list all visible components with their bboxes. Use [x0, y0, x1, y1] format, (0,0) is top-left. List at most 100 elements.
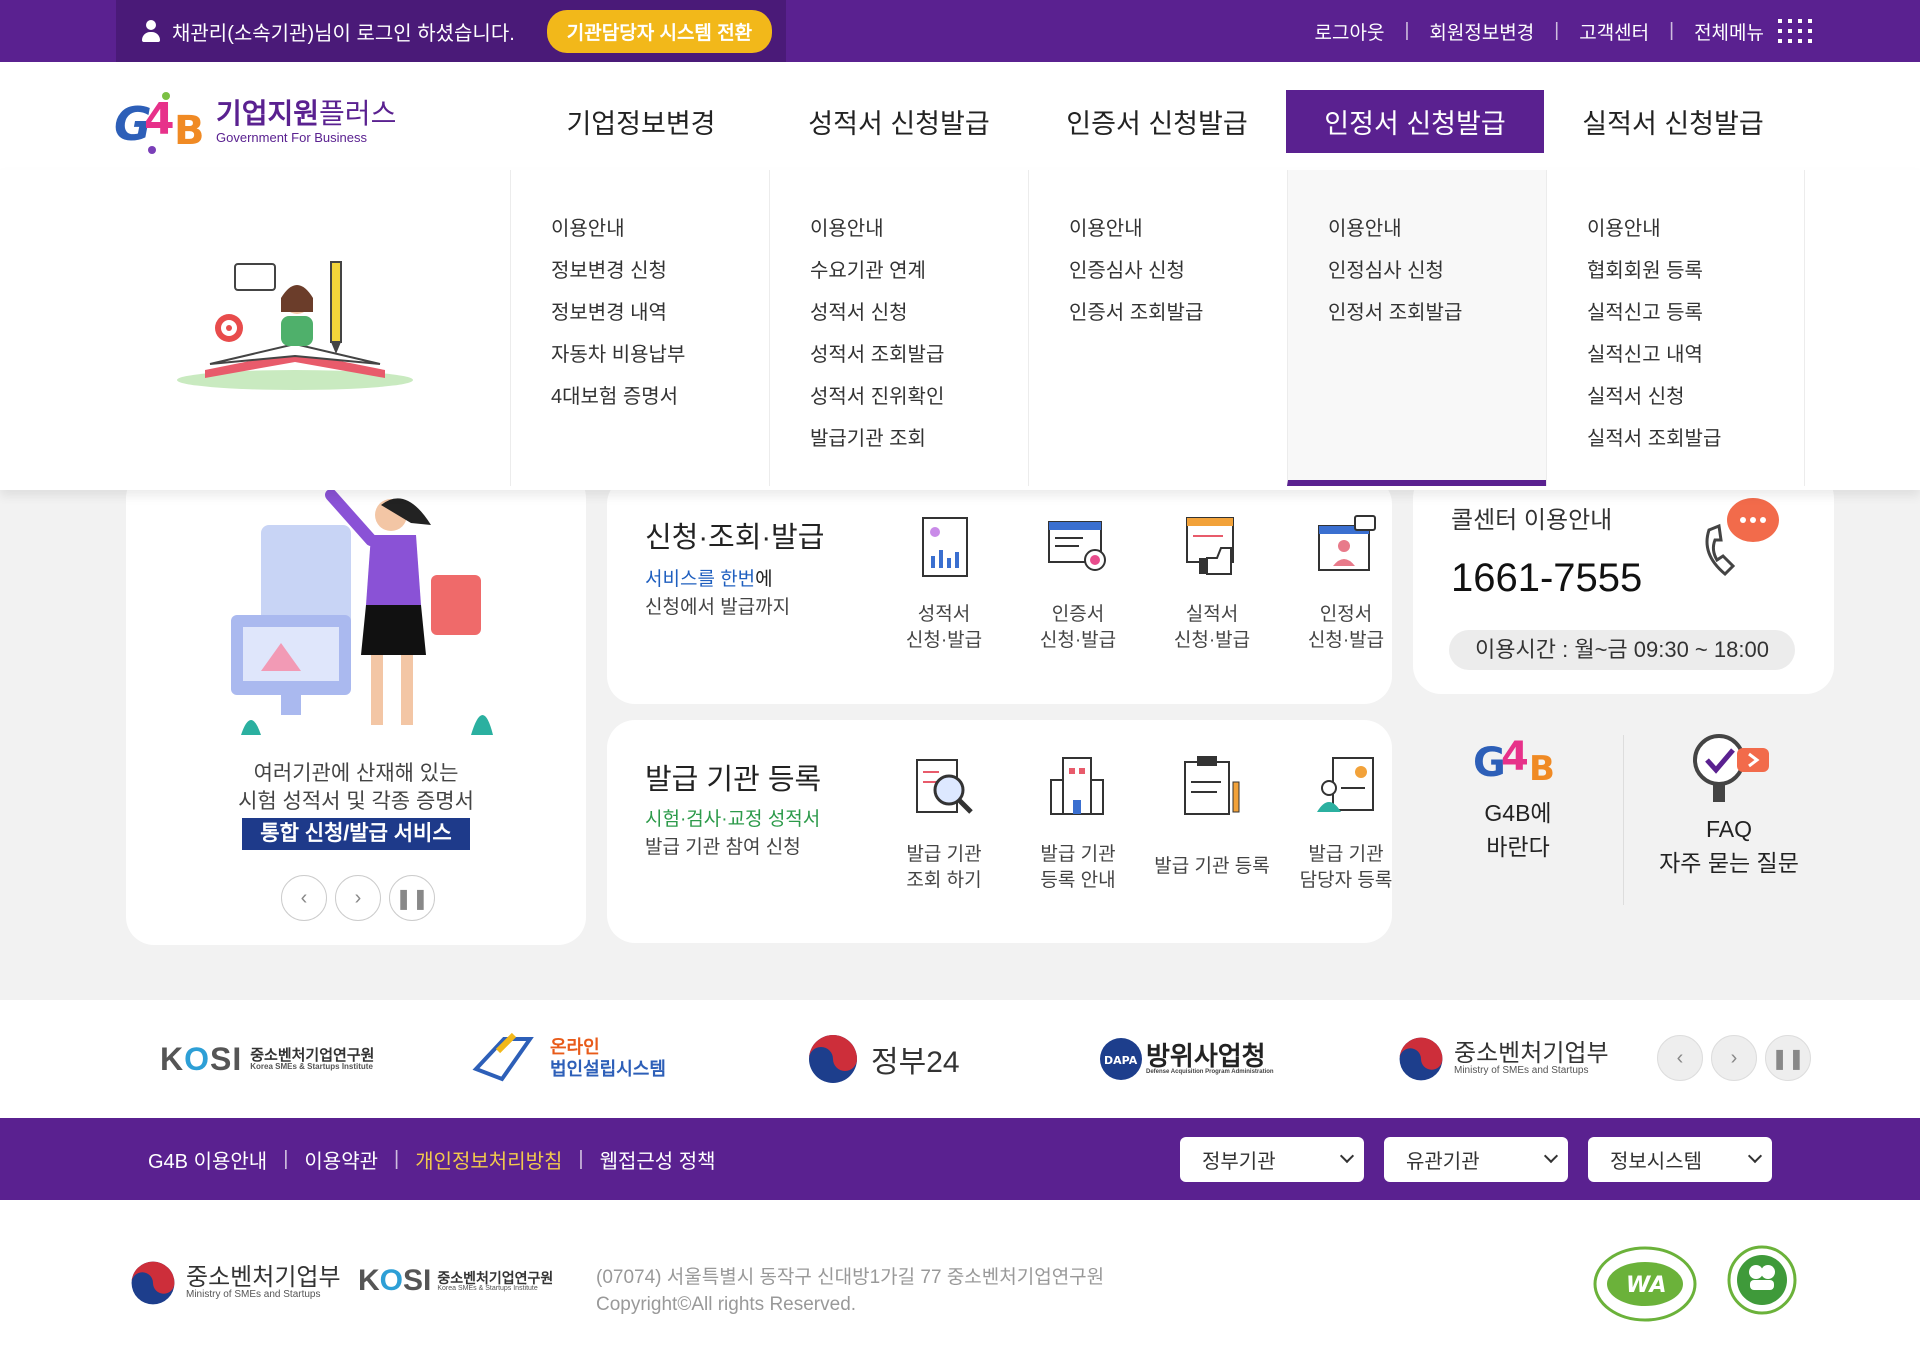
footer-org-sub: Ministry of SMEs and Startups [186, 1289, 321, 1300]
faq-link[interactable]: FAQ 자주 묻는 질문 [1640, 730, 1818, 880]
mss-partner-link[interactable]: 중소벤처기업부 Ministry of SMEs and Startups [1396, 1028, 1609, 1090]
nav-test-report[interactable]: 성적서 신청발급 [770, 90, 1028, 153]
footer-org-name: 중소벤처기업부 [186, 1264, 341, 1291]
gov24-partner-link[interactable]: 정부24 [805, 1028, 960, 1090]
svg-text:DAPA: DAPA [1104, 1054, 1138, 1067]
web-accessibility-mark-icon: WA [1593, 1246, 1697, 1322]
terms-link[interactable]: 이용약관 [304, 1145, 378, 1174]
mega-menu: 이용안내 정보변경 신청 정보변경 내역 자동차 비용납부 4대보험 증명서 이… [0, 170, 1920, 490]
kosi-partner-link[interactable]: KOSI 중소벤처기업연구원 Korea SMEs & Startups Inst… [160, 1028, 374, 1090]
logout-link[interactable]: 로그아웃 [1315, 18, 1385, 45]
submenu-link[interactable]: 성적서 조회발급 [810, 334, 1028, 376]
agency-register-desc: 발급 기관 참여 신청 [645, 837, 801, 858]
login-message: 채관리(소속기관)님이 로그인 하셨습니다. [172, 22, 515, 45]
submenu-link[interactable]: 실적서 신청 [1587, 376, 1804, 418]
service-issue-title: 신청·조회·발급 [645, 522, 825, 554]
submenu-link[interactable]: 발급기관 조회 [810, 418, 1028, 460]
select-value: 정보시스템 [1610, 1151, 1702, 1173]
submenu-link[interactable]: 자동차 비용납부 [551, 334, 769, 376]
submenu-link[interactable]: 인증심사 신청 [1069, 250, 1287, 292]
corp-registration-partner-link[interactable]: 온라인 법인설립시스템 [470, 1028, 666, 1090]
logo-title-light: 플러스 [319, 98, 397, 129]
all-menu-icon[interactable] [1778, 16, 1812, 46]
accreditation-issue-link[interactable]: 인정서 신청·발급 [1279, 512, 1413, 654]
customer-center-link[interactable]: 고객센터 [1579, 18, 1649, 45]
partner-name: 중소벤처기업부 [1454, 1040, 1609, 1067]
submenu-link[interactable]: 4대보험 증명서 [551, 376, 769, 418]
certificate-issue-link[interactable]: 인증서 신청·발급 [1011, 512, 1145, 654]
item-label-2: 담당자 등록 [1299, 870, 1393, 891]
submenu-link[interactable]: 실적서 조회발급 [1587, 418, 1804, 460]
submenu-link[interactable]: 인증서 조회발급 [1069, 292, 1287, 334]
submenu-link[interactable]: 정보변경 내역 [551, 292, 769, 334]
submenu-link[interactable]: 이용안내 [551, 208, 769, 250]
item-label-2: 신청·발급 [1173, 630, 1251, 651]
pause-icon[interactable]: ❚❚ [389, 875, 435, 921]
submenu-link[interactable]: 수요기관 연계 [810, 250, 1028, 292]
nav-performance[interactable]: 실적서 신청발급 [1544, 90, 1802, 153]
agency-manager-register-link[interactable]: 발급 기관 담당자 등록 [1279, 752, 1413, 894]
submenu-link[interactable]: 성적서 진위확인 [810, 376, 1028, 418]
accessibility-policy-link[interactable]: 웹접근성 정책 [600, 1145, 716, 1174]
submenu-link[interactable]: 실적신고 내역 [1587, 334, 1804, 376]
submenu-link[interactable]: 실적신고 등록 [1587, 292, 1804, 334]
next-arrow-icon[interactable]: › [335, 875, 381, 921]
partner-sub: Ministry of SMEs and Startups [1454, 1065, 1589, 1076]
member-edit-link[interactable]: 회원정보변경 [1429, 18, 1534, 45]
study-illustration [177, 261, 413, 390]
all-menu-link[interactable]: 전체메뉴 [1694, 18, 1764, 45]
usage-guide-link[interactable]: G4B 이용안내 [148, 1145, 267, 1174]
call-center-hours: 이용시간 : 월~금 09:30 ~ 18:00 [1449, 630, 1795, 670]
agency-register-title: 발급 기관 등록 [645, 764, 822, 796]
submenu-link[interactable]: 이용안내 [810, 208, 1028, 250]
gov-agency-select[interactable]: 정부기관 [1180, 1137, 1364, 1182]
nav-accreditation[interactable]: 인정서 신청발급 [1286, 90, 1544, 153]
footer-kosi-logo: KOSI 중소벤처기업연구원 Korea SMEs & Startups Inst… [358, 1264, 553, 1298]
nav-certification[interactable]: 인증서 신청발급 [1028, 90, 1286, 153]
call-center-card: 콜센터 이용안내 1661-7555 이용시간 : 월~금 09:30 ~ 18… [1413, 470, 1834, 694]
faq-check-icon [1693, 734, 1769, 802]
submenu-link[interactable]: 협회회원 등록 [1587, 250, 1804, 292]
system-switch-button[interactable]: 기관담당자 시스템 전환 [546, 9, 773, 53]
call-center-title: 콜센터 이용안내 [1451, 507, 1613, 534]
woman-presenting-illustration [231, 489, 493, 735]
agency-register-link[interactable]: 발급 기관 등록 [1145, 752, 1279, 894]
related-agency-select[interactable]: 유관기관 [1384, 1137, 1568, 1182]
next-arrow-icon[interactable]: › [1711, 1035, 1757, 1081]
info-system-select[interactable]: 정보시스템 [1588, 1137, 1772, 1182]
agency-search-link[interactable]: 발급 기관 조회 하기 [877, 752, 1011, 894]
suggestion-link[interactable]: G 4 B G4B에 바란다 [1450, 730, 1586, 864]
top-bar: 채관리(소속기관)님이 로그인 하셨습니다. 기관담당자 시스템 전환 로그아웃… [0, 0, 1920, 62]
submenu-link[interactable]: 이용안내 [1328, 208, 1546, 250]
chevron-down-icon [1747, 1148, 1763, 1164]
slide-line-1: 여러기관에 산재해 있는 [253, 762, 459, 785]
site-logo[interactable]: G 4 B 기업지원플러스 Government For Business [114, 88, 396, 156]
item-label-1: 인정서 [1319, 604, 1373, 625]
partner-name: 방위사업청 [1146, 1041, 1266, 1071]
promo-slider: 여러기관에 산재해 있는 시험 성적서 및 각종 증명서 통합 신청/발급 서비… [126, 470, 586, 945]
submenu-link[interactable]: 이용안내 [1069, 208, 1287, 250]
footer-org-sub: Korea SMEs & Startups Institute [437, 1284, 538, 1292]
pause-icon[interactable]: ❚❚ [1765, 1035, 1811, 1081]
quick-label-2: 바란다 [1486, 834, 1550, 860]
submenu-link[interactable]: 인정서 조회발급 [1328, 292, 1546, 334]
privacy-policy-link[interactable]: 개인정보처리방침 [415, 1145, 562, 1174]
test-report-issue-link[interactable]: 성적서 신청·발급 [877, 512, 1011, 654]
agency-guide-link[interactable]: 발급 기관 등록 안내 [1011, 752, 1145, 894]
address-text: (07074) 서울특별시 동작구 신대방1가길 77 중소벤처기업연구원 [596, 1267, 1105, 1288]
submenu-link[interactable]: 정보변경 신청 [551, 250, 769, 292]
kosi-logo-icon: KOSI [160, 1040, 243, 1077]
item-label-2: 신청·발급 [1039, 630, 1117, 651]
submenu-link[interactable]: 성적서 신청 [810, 292, 1028, 334]
submenu-link[interactable]: 인정심사 신청 [1328, 250, 1546, 292]
dapa-partner-link[interactable]: DAPA 방위사업청 Defense Acquisition Program Ad… [1098, 1028, 1274, 1090]
partner-name: 중소벤처기업연구원 [250, 1046, 375, 1064]
divider: | [1404, 20, 1410, 41]
prev-arrow-icon[interactable]: ‹ [1657, 1035, 1703, 1081]
footer: 중소벤처기업부 Ministry of SMEs and Startups KOS… [0, 1200, 1920, 1361]
divider: | [578, 1147, 584, 1170]
prev-arrow-icon[interactable]: ‹ [281, 875, 327, 921]
nav-company-info[interactable]: 기업정보변경 [512, 90, 770, 153]
performance-issue-link[interactable]: 실적서 신청·발급 [1145, 512, 1279, 654]
submenu-link[interactable]: 이용안내 [1587, 208, 1804, 250]
